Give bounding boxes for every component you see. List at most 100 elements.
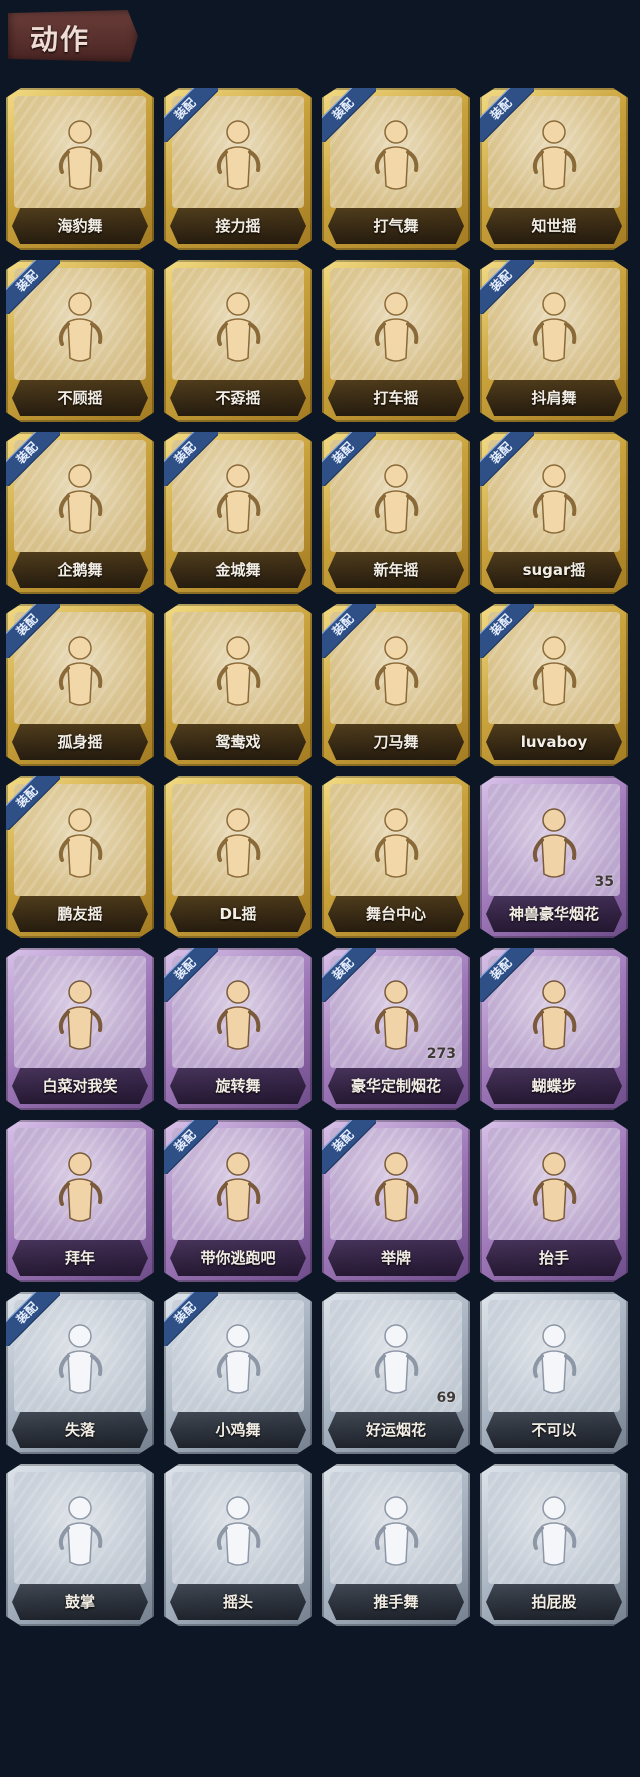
- emote-card[interactable]: sugar摇 装配: [480, 432, 628, 594]
- emote-card[interactable]: 举牌 装配: [322, 1120, 470, 1282]
- equipped-badge: 装配: [6, 1292, 60, 1346]
- equipped-badge: 装配: [322, 432, 376, 486]
- emote-name: 拍屁股: [531, 1593, 577, 1611]
- emote-card[interactable]: 拍屁股: [480, 1464, 628, 1626]
- emote-card[interactable]: 不孬摇: [164, 260, 312, 422]
- emote-name: 蝴蝶步: [531, 1077, 577, 1095]
- emote-name: 带你逃跑吧: [200, 1249, 276, 1267]
- emote-card[interactable]: 抖肩舞 装配: [480, 260, 628, 422]
- emote-card[interactable]: 刀马舞 装配: [322, 604, 470, 766]
- emote-card[interactable]: luvaboy 装配: [480, 604, 628, 766]
- emote-card[interactable]: 知世摇 装配: [480, 88, 628, 250]
- emote-name: 金城舞: [215, 561, 261, 579]
- dancer-figure-icon: [532, 1324, 577, 1394]
- emote-card[interactable]: 小鸡舞 装配: [164, 1292, 312, 1454]
- equipped-badge: 装配: [480, 260, 534, 314]
- emote-name: 白菜对我笑: [42, 1077, 118, 1095]
- item-count: 273: [426, 1046, 456, 1062]
- equipped-badge: 装配: [322, 604, 376, 658]
- dancer-figure-icon: [58, 1496, 103, 1566]
- equipped-badge: 装配: [480, 948, 534, 1002]
- emote-name: 豪华定制烟花: [350, 1077, 441, 1095]
- emote-card[interactable]: 好运烟花 69: [322, 1292, 470, 1454]
- dancer-figure-icon: [532, 1496, 577, 1566]
- emote-card[interactable]: 旋转舞 装配: [164, 948, 312, 1110]
- emote-card[interactable]: 不可以: [480, 1292, 628, 1454]
- emote-card[interactable]: 鹏友摇 装配: [6, 776, 154, 938]
- emote-name: 失落: [64, 1421, 95, 1439]
- emote-card[interactable]: 鼓掌: [6, 1464, 154, 1626]
- emote-grid: 海豹舞 接力摇 装配 打气舞 装配 知世摇 装配 不顾摇 装配 不孬摇 打车摇 抖肩舞 装配 企鹅舞 装配金…: [6, 88, 634, 1768]
- emote-card[interactable]: 打气舞 装配: [322, 88, 470, 250]
- emote-card[interactable]: 蝴蝶步 装配: [480, 948, 628, 1110]
- emote-name: 舞台中心: [365, 905, 426, 923]
- dancer-figure-icon: [374, 808, 419, 878]
- equipped-badge: 装配: [6, 776, 60, 830]
- equipped-badge: 装配: [322, 1120, 376, 1174]
- equipped-badge: 装配: [6, 604, 60, 658]
- equipped-badge: 装配: [480, 88, 534, 142]
- dancer-figure-icon: [216, 1496, 261, 1566]
- equipped-badge: 装配: [480, 604, 534, 658]
- emote-name: 孤身摇: [57, 733, 103, 751]
- emote-name: 鸳鸯戏: [215, 733, 261, 751]
- emote-name: 新年摇: [373, 561, 419, 579]
- emote-name: 不顾摇: [57, 389, 103, 407]
- emote-card[interactable]: 豪华定制烟花 装配 273: [322, 948, 470, 1110]
- equipped-badge: 装配: [322, 88, 376, 142]
- dancer-figure-icon: [374, 1496, 419, 1566]
- emote-card[interactable]: 鸳鸯戏: [164, 604, 312, 766]
- emote-card[interactable]: 舞台中心: [322, 776, 470, 938]
- dancer-figure-icon: [374, 1324, 419, 1394]
- equipped-badge-label: 装配: [13, 439, 41, 467]
- emote-card[interactable]: 摇头: [164, 1464, 312, 1626]
- emote-card[interactable]: DL摇: [164, 776, 312, 938]
- emote-card[interactable]: 企鹅舞 装配: [6, 432, 154, 594]
- equipped-badge-label: 装配: [487, 267, 515, 295]
- equipped-badge-label: 装配: [13, 783, 41, 811]
- emote-name: 抖肩舞: [531, 389, 577, 407]
- emote-card[interactable]: 带你逃跑吧 装配: [164, 1120, 312, 1282]
- emote-card[interactable]: 海豹舞: [6, 88, 154, 250]
- equipped-badge-label: 装配: [487, 611, 515, 639]
- equipped-badge-label: 装配: [171, 95, 199, 123]
- equipped-badge-label: 装配: [487, 95, 515, 123]
- emote-card[interactable]: 新年摇 装配: [322, 432, 470, 594]
- emote-card[interactable]: 抬手: [480, 1120, 628, 1282]
- dancer-figure-icon: [58, 980, 103, 1050]
- emote-card[interactable]: 推手舞: [322, 1464, 470, 1626]
- item-count: 69: [436, 1390, 456, 1406]
- emote-name: 旋转舞: [215, 1077, 261, 1095]
- equipped-badge-label: 装配: [13, 611, 41, 639]
- section-header: 动作: [8, 10, 138, 64]
- equipped-badge: 装配: [480, 432, 534, 486]
- equipped-badge-label: 装配: [329, 95, 357, 123]
- emote-name: 推手舞: [373, 1593, 419, 1611]
- emote-name: 刀马舞: [373, 733, 419, 751]
- emote-card[interactable]: 白菜对我笑: [6, 948, 154, 1110]
- emote-name: 摇头: [222, 1593, 253, 1611]
- emote-card[interactable]: 不顾摇 装配: [6, 260, 154, 422]
- equipped-badge-label: 装配: [329, 439, 357, 467]
- equipped-badge-label: 装配: [13, 1299, 41, 1327]
- equipped-badge: 装配: [322, 948, 376, 1002]
- emote-card[interactable]: 神兽豪华烟花 35: [480, 776, 628, 938]
- dancer-figure-icon: [216, 808, 261, 878]
- emote-name: 不可以: [531, 1421, 577, 1439]
- dancer-figure-icon: [58, 120, 103, 190]
- emote-card[interactable]: 打车摇: [322, 260, 470, 422]
- equipped-badge: 装配: [164, 432, 218, 486]
- dancer-figure-icon: [532, 808, 577, 878]
- emote-card[interactable]: 失落 装配: [6, 1292, 154, 1454]
- emote-name: 不孬摇: [215, 389, 261, 407]
- emote-name: 抬手: [538, 1249, 569, 1267]
- emote-name: 鼓掌: [64, 1593, 95, 1611]
- emote-card[interactable]: 拜年: [6, 1120, 154, 1282]
- equipped-badge-label: 装配: [487, 955, 515, 983]
- emote-card[interactable]: 金城舞 装配: [164, 432, 312, 594]
- emote-card[interactable]: 接力摇 装配: [164, 88, 312, 250]
- emote-card[interactable]: 孤身摇 装配: [6, 604, 154, 766]
- equipped-badge: 装配: [6, 260, 60, 314]
- equipped-badge: 装配: [164, 1120, 218, 1174]
- equipped-badge-label: 装配: [487, 439, 515, 467]
